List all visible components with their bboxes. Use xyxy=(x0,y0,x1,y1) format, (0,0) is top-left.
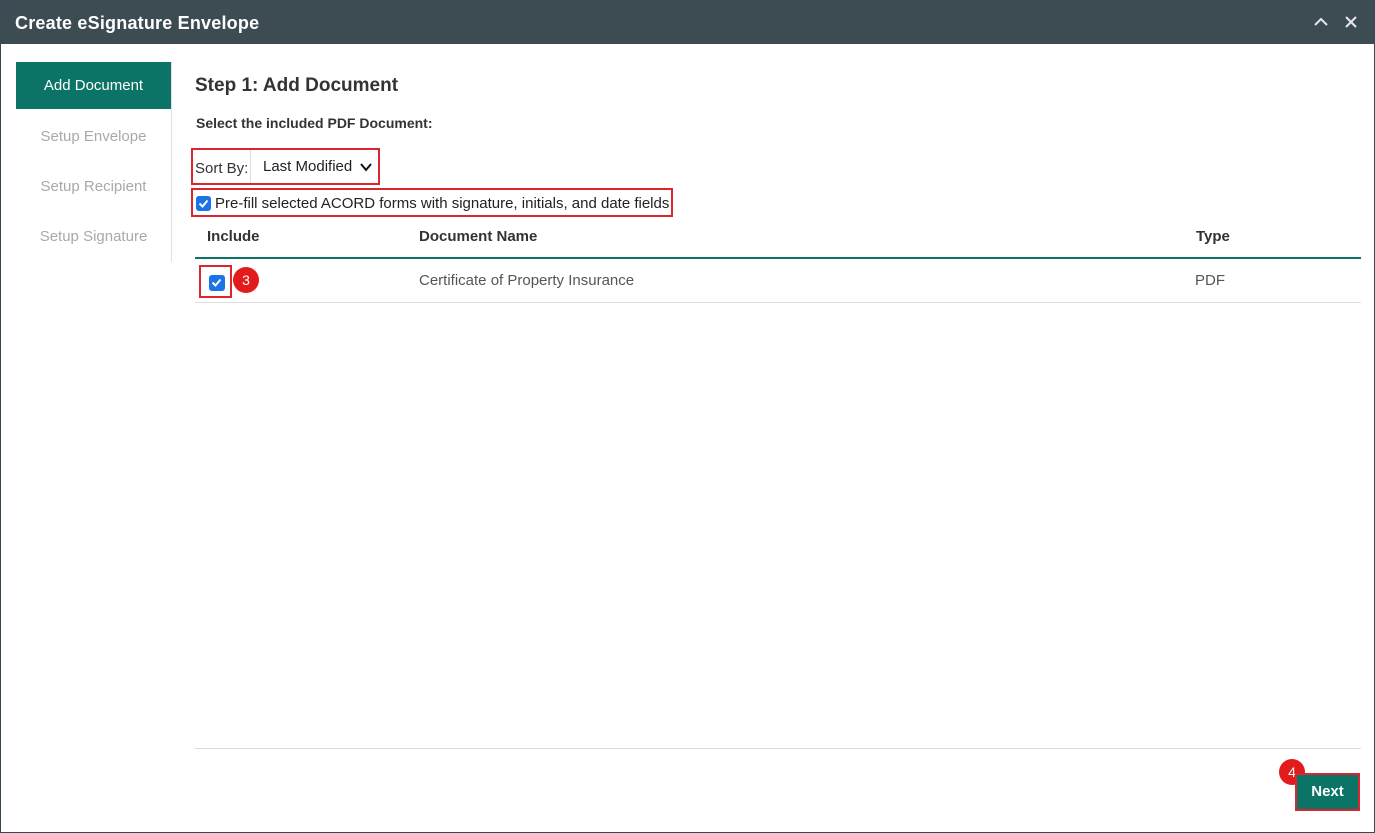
prefill-acord-option: Pre-fill selected ACORD forms with signa… xyxy=(191,188,673,217)
column-header-include: Include xyxy=(207,228,260,245)
include-checkbox[interactable] xyxy=(209,275,225,291)
prefill-acord-checkbox[interactable] xyxy=(196,196,211,211)
document-select-subtitle: Select the included PDF Document: xyxy=(196,115,433,131)
sort-by-value: Last Modified xyxy=(263,158,353,175)
nav-add-document[interactable]: Add Document xyxy=(16,62,171,109)
next-button[interactable]: Next xyxy=(1295,773,1360,811)
column-header-type: Type xyxy=(1196,228,1230,245)
nav-setup-envelope[interactable]: Setup Envelope xyxy=(16,113,171,160)
esignature-dialog: Create eSignature Envelope Add Document … xyxy=(0,0,1375,833)
prefill-acord-label: Pre-fill selected ACORD forms with signa… xyxy=(215,195,670,212)
main-content: Step 1: Add Document Select the included… xyxy=(191,1,1374,832)
sort-by-label: Sort By: xyxy=(195,160,249,177)
document-type-cell: PDF xyxy=(1195,272,1225,289)
column-header-document-name: Document Name xyxy=(419,228,538,245)
nav-setup-signature[interactable]: Setup Signature xyxy=(16,213,171,260)
chevron-down-icon xyxy=(360,163,372,172)
document-name-cell: Certificate of Property Insurance xyxy=(419,272,635,289)
wizard-steps-nav: Add Document Setup Envelope Setup Recipi… xyxy=(16,62,172,262)
nav-setup-recipient[interactable]: Setup Recipient xyxy=(16,163,171,210)
step-3-badge: 3 xyxy=(233,267,259,293)
footer-divider xyxy=(195,748,1361,749)
step-title: Step 1: Add Document xyxy=(195,75,399,96)
sort-by-control: Sort By: Last Modified xyxy=(191,148,380,185)
table-row: 3 Certificate of Property Insurance PDF xyxy=(195,259,1361,303)
include-highlight xyxy=(199,265,232,298)
sort-by-select[interactable]: Last Modified xyxy=(250,150,379,183)
